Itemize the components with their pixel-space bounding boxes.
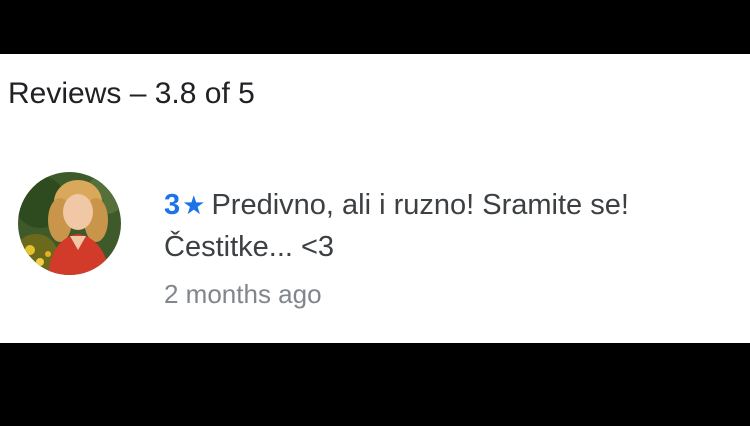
avatar-image <box>18 172 121 275</box>
review-item[interactable]: 3★ Predivno, ali i ruzno! Sramite se! Čes… <box>18 172 750 332</box>
review-text-line1: Predivno, ali i ruzno! Sramite se! <box>211 189 629 221</box>
review-timestamp: 2 months ago <box>164 279 322 309</box>
screenshot-frame: Reviews – 3.8 of 5 3★ Predivno, ali i ru… <box>0 0 750 426</box>
star-icon: ★ <box>182 190 206 220</box>
reviewer-avatar[interactable] <box>18 172 121 275</box>
review-rating: 3 <box>164 189 181 221</box>
review-text-line2: Čestitke... <3 <box>164 231 335 263</box>
review-body: 3★ Predivno, ali i ruzno! Sramite se! Čes… <box>164 186 750 310</box>
reviews-panel: Reviews – 3.8 of 5 3★ Predivno, ali i ru… <box>0 54 750 343</box>
review-first-line: 3★ Predivno, ali i ruzno! Sramite se! <box>164 186 750 224</box>
reviews-heading: Reviews – 3.8 of 5 <box>8 77 255 110</box>
